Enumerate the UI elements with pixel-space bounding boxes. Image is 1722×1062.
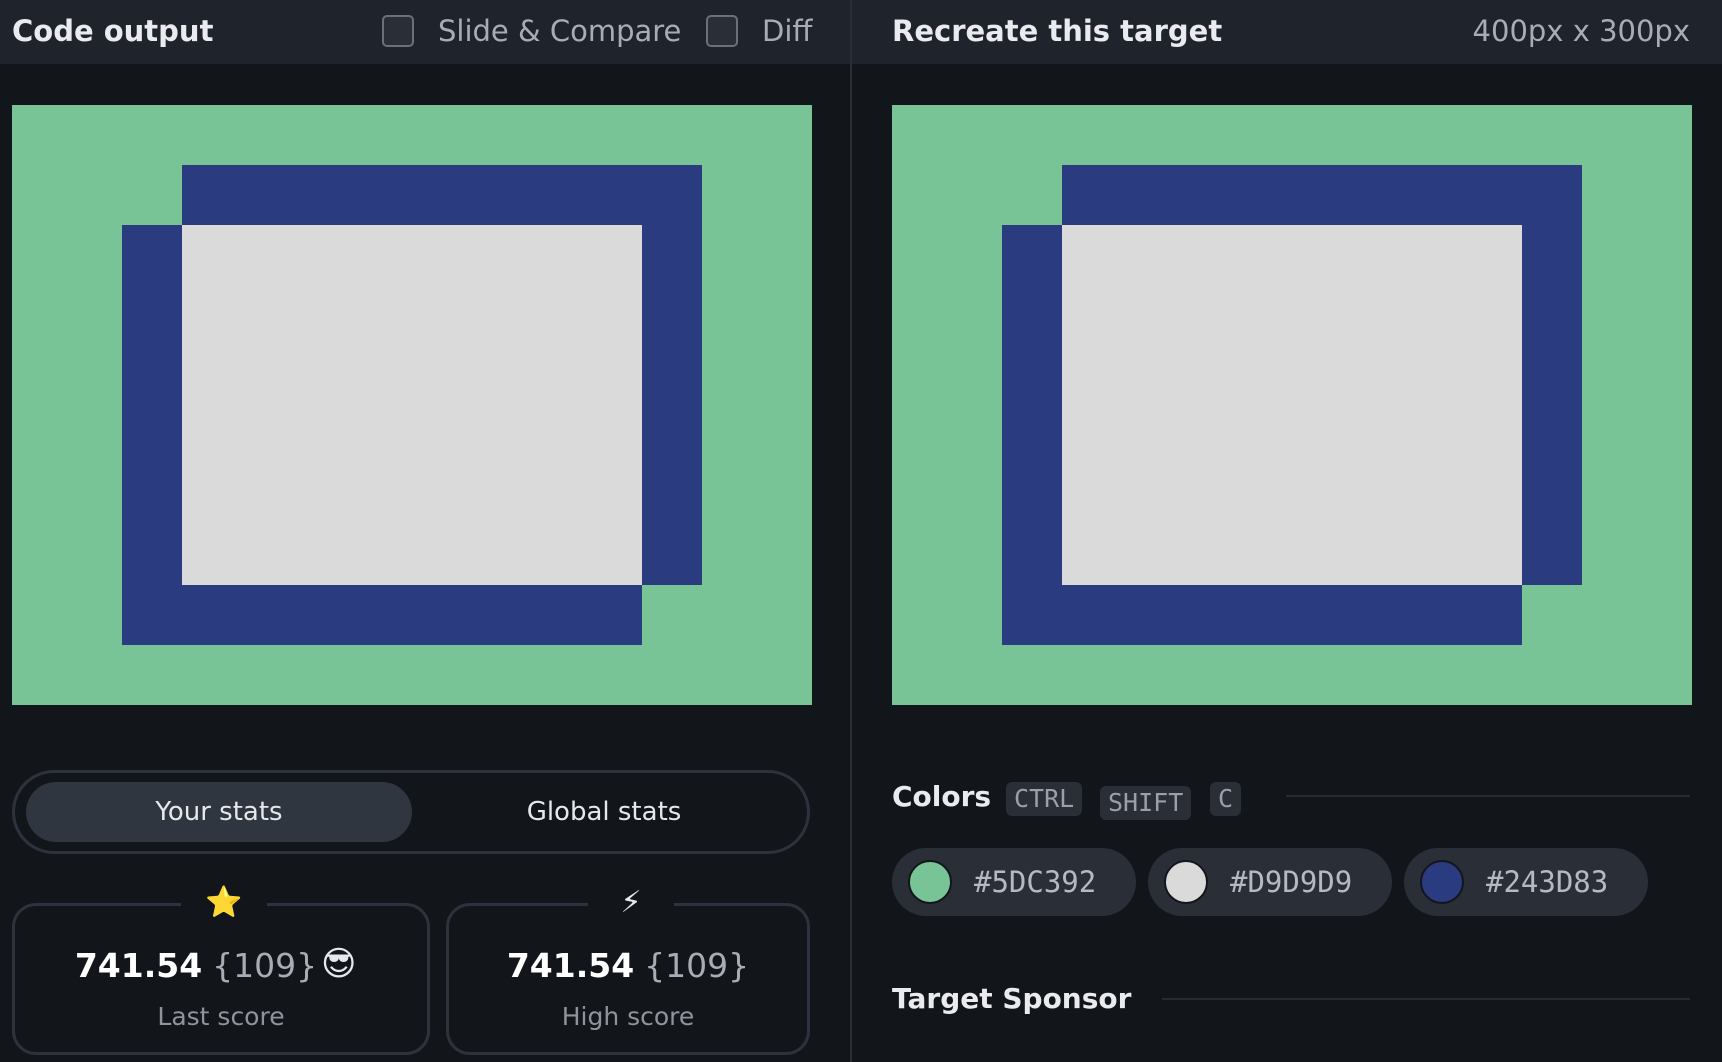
tab-global-stats[interactable]: Global stats — [411, 782, 797, 842]
swatch-hex: #D9D9D9 — [1230, 865, 1353, 899]
high-score-value: 741.54 — [506, 946, 635, 985]
color-swatch[interactable]: #5DC392 — [892, 848, 1136, 916]
last-score-label: Last score — [157, 1002, 285, 1031]
slide-compare-label[interactable]: Slide & Compare — [438, 14, 681, 48]
target-sponsor-title: Target Sponsor — [892, 982, 1132, 1015]
code-output-canvas[interactable] — [12, 105, 812, 705]
high-score-card: ⚡ 741.54 {109} High score — [446, 882, 810, 1055]
target-dimensions: 400px x 300px — [1472, 14, 1690, 48]
diff-label[interactable]: Diff — [762, 14, 812, 48]
code-output-title: Code output — [12, 14, 214, 48]
high-score-label: High score — [561, 1002, 695, 1031]
color-swatch[interactable]: #D9D9D9 — [1148, 848, 1392, 916]
color-swatch[interactable]: #243D83 — [1404, 848, 1648, 916]
kbd-ctrl: CTRL — [1006, 782, 1083, 816]
swatch-dot — [1420, 860, 1464, 904]
last-score-value: 741.54 — [74, 946, 203, 985]
kbd-shift: SHIFT — [1100, 786, 1192, 820]
high-score-value-row: 741.54 {109} — [449, 946, 807, 985]
slide-compare-checkbox[interactable] — [382, 15, 414, 47]
target-navy-left-bar — [1002, 225, 1062, 645]
kbd-c: C — [1210, 782, 1242, 816]
colors-title: Colors — [892, 780, 992, 813]
target-navy-top-bar — [1062, 165, 1582, 225]
high-score-count: {109} — [644, 946, 750, 985]
navy-right-bar — [642, 225, 702, 585]
navy-bottom-bar — [182, 585, 642, 645]
last-score-card: ⭐ 741.54 {109} 😎 Last score — [12, 882, 430, 1055]
star-icon: ⭐ — [181, 882, 267, 922]
lightning-icon: ⚡ — [588, 882, 674, 922]
sponsor-divider — [1162, 998, 1690, 1000]
swatch-hex: #243D83 — [1486, 865, 1609, 899]
gray-center-rect — [182, 225, 642, 585]
target-navy-right-bar — [1522, 225, 1582, 585]
swatch-dot — [1164, 860, 1208, 904]
stats-toggle: Your stats Global stats — [12, 770, 810, 854]
swatch-hex: #5DC392 — [974, 865, 1097, 899]
last-score-count: {109} — [212, 946, 318, 985]
app: Code output Slide & Compare Diff Your st… — [0, 0, 1722, 1062]
sunglasses-emoji-icon: 😎 — [321, 944, 357, 984]
tab-your-stats[interactable]: Your stats — [26, 782, 412, 842]
navy-top-bar — [182, 165, 702, 225]
diff-checkbox[interactable] — [706, 15, 738, 47]
target-gray-center-rect — [1062, 225, 1522, 585]
target-navy-bottom-bar — [1062, 585, 1522, 645]
code-output-panel: Code output Slide & Compare Diff Your st… — [0, 0, 850, 1062]
colors-divider — [1286, 795, 1690, 797]
swatch-dot — [908, 860, 952, 904]
target-title: Recreate this target — [892, 14, 1223, 48]
target-panel: Recreate this target 400px x 300px Color… — [852, 0, 1722, 1062]
code-output-header: Code output Slide & Compare Diff — [0, 0, 850, 64]
last-score-value-row: 741.54 {109} — [15, 946, 427, 985]
target-header: Recreate this target 400px x 300px — [852, 0, 1722, 64]
target-canvas — [892, 105, 1692, 705]
navy-left-bar — [122, 225, 182, 645]
